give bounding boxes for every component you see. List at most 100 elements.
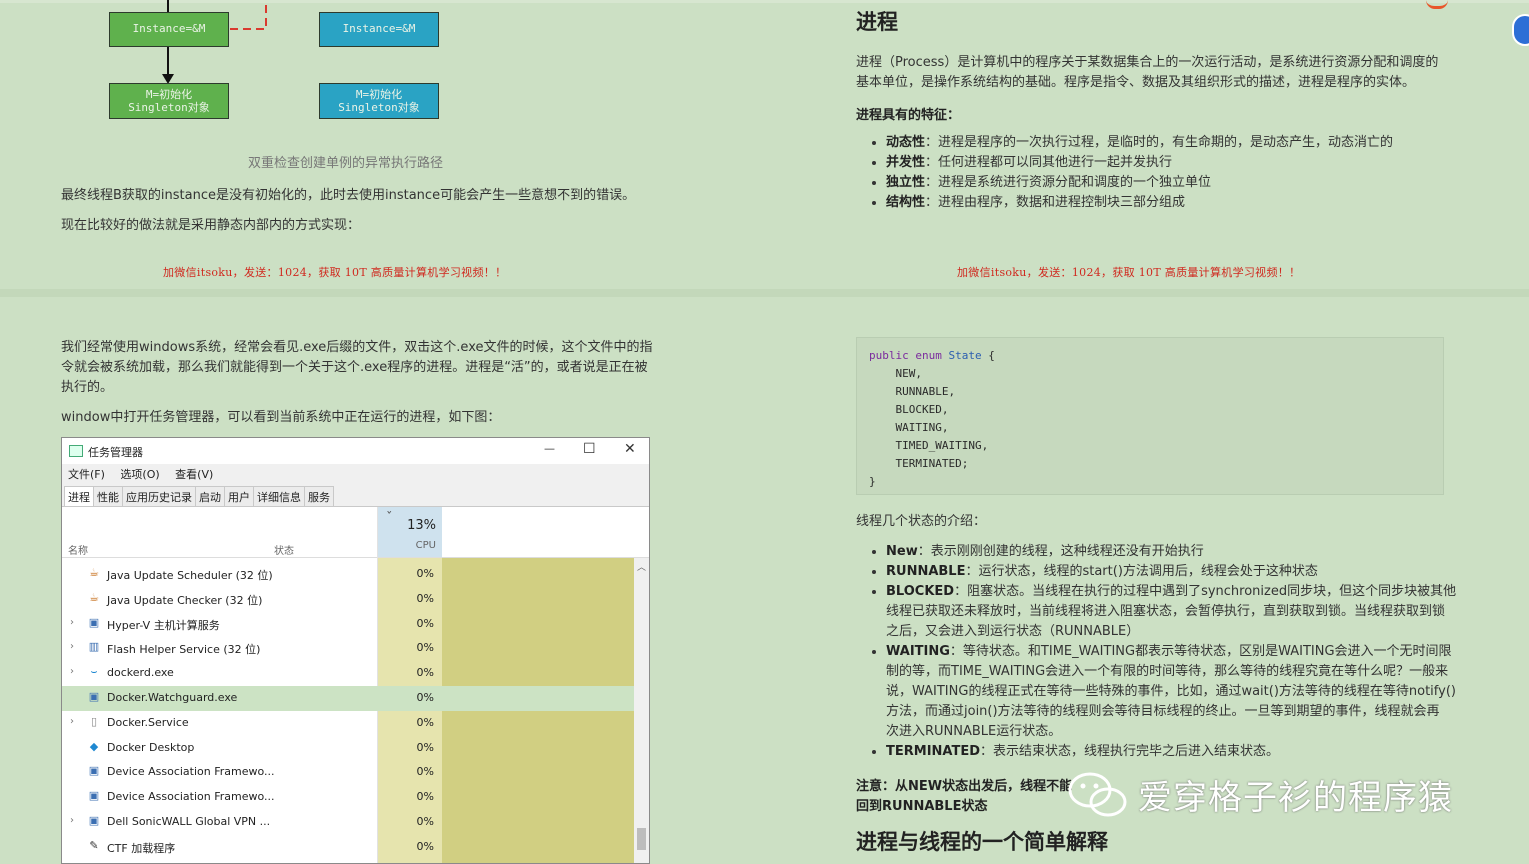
state-desc-line: 说，WAITING的线程正式在等待一些特殊的事件，比如，通过wait()方法等待…: [886, 684, 1456, 699]
corner-avatar-icon[interactable]: [1512, 14, 1529, 46]
watermark-text: 爱穿格子衫的程序猿: [1138, 778, 1453, 818]
diagram-box-instance-left: Instance=&M: [109, 12, 229, 47]
process-name: Flash Helper Service (32 位): [107, 643, 261, 657]
table-row[interactable]: › ▣ Dell SonicWALL Global VPN ... 0%: [62, 810, 636, 835]
table-row[interactable]: ◆ Docker Desktop 0%: [62, 736, 636, 761]
tab-app-history[interactable]: 应用历史记录: [122, 486, 196, 507]
expand-chevron-icon[interactable]: ›: [70, 815, 74, 826]
table-row[interactable]: › ▯ Docker.Service 0%: [62, 711, 636, 736]
process-name: Dell SonicWALL Global VPN ...: [107, 815, 271, 828]
scroll-up-icon[interactable]: ︿: [637, 560, 646, 573]
tab-bar: 进程 性能 应用历史记录 启动 用户 详细信息 服务: [64, 486, 334, 507]
status-column-header[interactable]: 状态: [274, 542, 294, 557]
diagram-box-init-left: M=初始化 Singleton对象: [109, 83, 229, 119]
process-cpu: 0%: [416, 616, 434, 630]
paragraph: 进程（Process）是计算机中的程序关于某数据集合上的一次运行活动，是系统进行…: [856, 53, 1438, 93]
diagram-box-instance-right: Instance=&M: [319, 12, 439, 47]
feature-term: 结构性: [886, 195, 926, 210]
service-icon: ▣: [88, 690, 100, 703]
table-row[interactable]: ✎ CTF 加载程序 0%: [62, 835, 636, 860]
menu-file[interactable]: 文件(F): [68, 468, 105, 481]
list-item: 结构性：进程由程序，数据和进程控制块三部分组成: [886, 193, 1393, 213]
table-row[interactable]: ☕ Java Update Checker (32 位) 0%: [62, 587, 636, 612]
table-row[interactable]: ▣ Docker.Watchguard.exe 0%: [62, 686, 636, 711]
process-name: dockerd.exe: [107, 666, 174, 680]
expand-chevron-icon[interactable]: ›: [70, 617, 74, 628]
diagram-box-label: Instance=&M: [342, 22, 416, 35]
scroll-thumb[interactable]: [637, 828, 646, 850]
list-item: 动态性：进程是程序的一次执行过程，是临时的，有生命期的，是动态产生，动态消亡的: [886, 133, 1393, 153]
state-desc-line: ：等待状态。和TIME_WAITING都表示等待状态，区别是WAITING会进入…: [949, 644, 1452, 659]
state-desc-line: 之后，又会进入到运行状态（RUNNABLE）: [886, 624, 1140, 639]
tab-services[interactable]: 服务: [304, 486, 334, 507]
code-line: BLOCKED,: [869, 403, 949, 416]
process-cpu: 0%: [416, 591, 434, 605]
diagram-dashed-connector: [230, 2, 267, 30]
table-row[interactable]: › ▥ Flash Helper Service (32 位) 0%: [62, 636, 636, 661]
title-bar: 任务管理器 — ☐ ✕: [62, 438, 649, 464]
paragraph-line: 执行的。: [61, 380, 114, 395]
menu-bar: 文件(F) 选项(O) 查看(V): [68, 466, 225, 482]
tab-performance[interactable]: 性能: [93, 486, 123, 507]
cpu-label: CPU: [415, 540, 436, 551]
process-name: Docker Desktop: [107, 740, 195, 754]
tab-startup[interactable]: 启动: [195, 486, 225, 507]
feature-desc: ：进程是系统进行资源分配和调度的一个独立单位: [925, 175, 1212, 190]
diagram-box-label: M=初始化: [355, 88, 403, 101]
paragraph: 我们经常使用windows系统，经常会看见.exe后缀的文件，双击这个.exe文…: [61, 338, 652, 398]
process-cpu: 0%: [416, 790, 434, 804]
process-list-panel: ˇ 13% CPU 名称 状态 ☕ Java Update Scheduler (…: [62, 506, 649, 863]
table-row[interactable]: ☕ Java Update Scheduler (32 位) 0%: [62, 562, 636, 587]
process-name: Docker.Service: [107, 715, 189, 729]
table-row[interactable]: ▣ Device Association Framewo... 0%: [62, 760, 636, 785]
table-row[interactable]: › ▣ Hyper-V 主机计算服务 0%: [62, 612, 636, 637]
state-desc-line: 方法，而通过join()方法等待的线程则会等待目标线程的终止。一旦等到期望的事件…: [886, 704, 1440, 719]
menu-options[interactable]: 选项(O): [120, 468, 159, 481]
process-cpu: 0%: [416, 715, 434, 729]
table-row[interactable]: ▣ Device Association Framewo... 0%: [62, 785, 636, 810]
sort-arrow-icon: ˇ: [386, 511, 393, 526]
list-item: WAITING：等待状态。和TIME_WAITING都表示等待状态，区别是WAI…: [886, 642, 1456, 742]
scrollbar[interactable]: ︿: [634, 558, 649, 863]
tab-details[interactable]: 详细信息: [253, 486, 305, 507]
minimize-button[interactable]: —: [544, 442, 555, 455]
table-row[interactable]: › ⌣ dockerd.exe 0%: [62, 661, 636, 686]
state-term: New: [886, 544, 918, 559]
file-icon: ▯: [90, 714, 98, 728]
expand-chevron-icon[interactable]: ›: [70, 666, 74, 677]
column-header: ˇ 13% CPU 名称 状态: [62, 507, 649, 558]
diagram-arrow-down: [167, 47, 169, 77]
cpu-column-header[interactable]: ˇ 13% CPU: [378, 507, 442, 557]
diagram-box-label: Singleton对象: [128, 101, 210, 114]
list-item: New：表示刚刚创建的线程，这种线程还没有开始执行: [886, 542, 1456, 562]
process-cpu: 0%: [416, 691, 434, 704]
process-cpu: 0%: [416, 765, 434, 779]
process-cpu: 0%: [416, 839, 434, 853]
state-term: TERMINATED: [886, 744, 981, 759]
state-desc-line: ：阻塞状态。当线程在执行的过程中遇到了synchronized同步块，但这个同步…: [954, 584, 1457, 599]
java-icon: ☕: [89, 566, 99, 579]
tab-users[interactable]: 用户: [224, 486, 254, 507]
name-column-header[interactable]: 名称: [68, 542, 88, 557]
service-icon: ▣: [88, 764, 100, 778]
tab-processes[interactable]: 进程: [64, 486, 94, 507]
diagram-box-label: Instance=&M: [132, 22, 206, 35]
service-icon: ▣: [88, 789, 100, 803]
menu-view[interactable]: 查看(V): [175, 468, 213, 481]
code-line: NEW,: [869, 367, 922, 380]
close-button[interactable]: ✕: [624, 441, 636, 457]
service-icon: ▥: [88, 640, 100, 654]
expand-chevron-icon[interactable]: ›: [70, 716, 74, 727]
feature-term: 并发性: [886, 155, 926, 170]
list-item: RUNNABLE：运行状态，线程的start()方法调用后，线程会处于这种状态: [886, 562, 1456, 582]
process-name: Hyper-V 主机计算服务: [107, 618, 220, 632]
process-cpu: 0%: [416, 815, 434, 828]
state-term: RUNNABLE: [886, 564, 966, 579]
maximize-button[interactable]: ☐: [583, 441, 596, 457]
corner-logo-icon: [1426, 0, 1448, 9]
state-term: BLOCKED: [886, 584, 955, 599]
paragraph-line: 令就会被系统加载，那么我们就能得到一个关于这个.exe程序的进程。进程是“活”的…: [61, 360, 648, 375]
diagram-box-label: M=初始化: [145, 88, 193, 101]
pen-icon: ✎: [89, 838, 99, 852]
expand-chevron-icon[interactable]: ›: [70, 641, 74, 652]
